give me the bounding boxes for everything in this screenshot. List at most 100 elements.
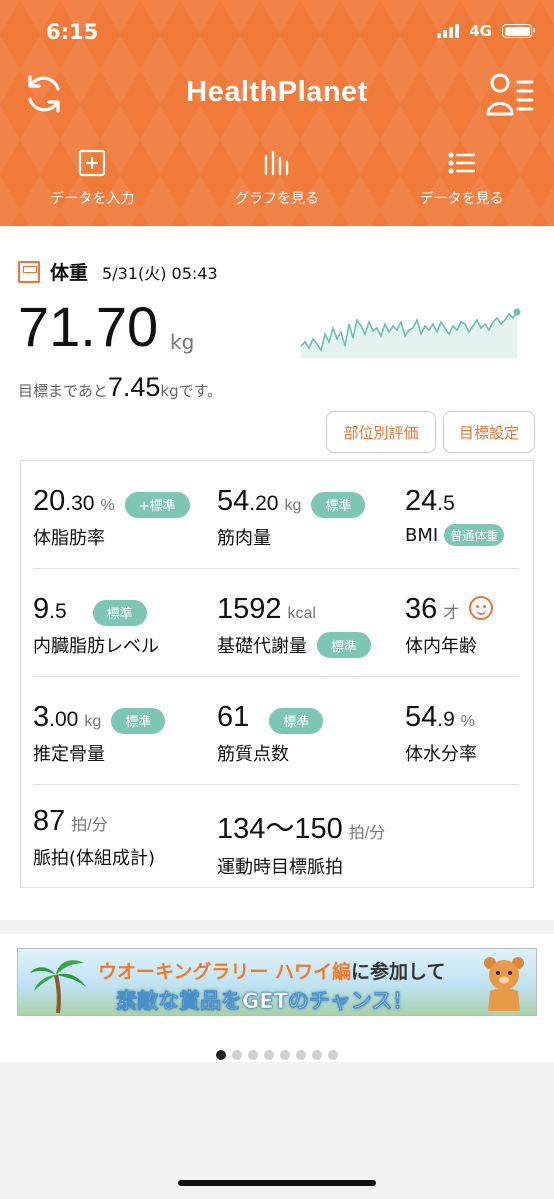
metric-muscle[interactable]: 54.20 kg 標準 筋肉量 xyxy=(217,485,366,550)
banner-join-text: に参加して xyxy=(351,961,446,983)
body-fat-int: 20 xyxy=(33,485,66,517)
status-time: 6:15 xyxy=(46,20,99,44)
page-dot[interactable] xyxy=(248,1050,258,1060)
profile-list-icon xyxy=(486,73,534,116)
metric-target-pulse[interactable]: 134〜150 拍/分 運動時目標脈拍 xyxy=(217,805,385,879)
weight-value: 71.70 xyxy=(18,295,159,358)
bmr-unit: kcal xyxy=(287,605,316,622)
smile-face-icon xyxy=(469,596,494,620)
banner-headline: ウオーキングラリー ハワイ編に参加して xyxy=(98,957,445,984)
body-age-int: 36 xyxy=(405,593,438,625)
bone-unit: kg xyxy=(84,713,102,730)
app-header: 6:15 4G HealthPlanet データを入力 グラフを見る データを見… xyxy=(0,0,554,226)
profile-menu-button[interactable] xyxy=(486,72,534,116)
page-dot[interactable] xyxy=(312,1050,322,1060)
page-dot[interactable] xyxy=(264,1050,274,1060)
banner-page-indicator[interactable] xyxy=(0,1050,554,1060)
metric-pulse[interactable]: 87 拍/分 脈拍(体組成計) xyxy=(33,805,155,870)
visceral-dec: .5 xyxy=(49,600,67,623)
weight-unit: kg xyxy=(170,330,195,354)
sparkline-latest-point xyxy=(513,308,521,316)
metric-visceral-fat[interactable]: 9.5 標準 内臓脂肪レベル xyxy=(33,593,159,658)
bone-badge: 標準 xyxy=(111,707,166,734)
body-fat-unit: % xyxy=(100,497,115,514)
main-toolbar: データを入力 グラフを見る データを見る xyxy=(0,148,554,208)
weight-trend-sparkline[interactable] xyxy=(298,284,526,358)
view-graph-label: グラフを見る xyxy=(235,191,319,207)
visceral-badge: 標準 xyxy=(92,599,147,626)
bmi-label: BMI xyxy=(405,524,439,546)
palm-tree-icon xyxy=(30,960,86,1014)
page-dot[interactable] xyxy=(232,1050,242,1060)
body-fat-badge: +標準 xyxy=(124,491,190,518)
body-fat-dec: .30 xyxy=(65,492,95,515)
input-data-label: データを入力 xyxy=(50,191,135,207)
metric-body-age[interactable]: 36 才 体内年齢 xyxy=(405,593,494,658)
metrics-grid: 20.30% +標準 体脂肪率 54.20 kg 標準 筋肉量 24.5 BMI 普通体… xyxy=(20,460,534,888)
view-graph-button[interactable]: グラフを見る xyxy=(185,148,370,208)
metrics-row: 87 拍/分 脈拍(体組成計) 134〜150 拍/分 運動時目標脈拍 xyxy=(33,805,519,879)
parts-evaluation-button[interactable]: 部位別評価 xyxy=(326,411,436,453)
metric-body-water[interactable]: 54.9% 体水分率 xyxy=(405,701,477,766)
bmr-int: 1592 xyxy=(217,593,282,625)
weight-header: 体重 5/31(火) 05:43 xyxy=(18,258,218,285)
body-age-label: 体内年齢 xyxy=(405,636,477,657)
target-pulse-unit: 拍/分 xyxy=(348,825,386,842)
water-int: 54 xyxy=(405,701,438,733)
network-type: 4G xyxy=(469,22,492,40)
page-dot[interactable] xyxy=(280,1050,290,1060)
list-icon xyxy=(448,152,475,174)
page-dot[interactable] xyxy=(328,1050,338,1060)
muscle-unit: kg xyxy=(284,497,302,514)
measurement-date: 5/31(火) 05:43 xyxy=(102,263,218,283)
bone-int: 3 xyxy=(33,701,50,733)
banner-event-name: ウオーキングラリー ハワイ編 xyxy=(98,961,352,983)
goal-remaining: 目標まであと 7.45 kgです。 xyxy=(18,372,222,403)
muscle-label: 筋肉量 xyxy=(217,528,271,549)
weight-title: 体重 xyxy=(50,262,89,284)
muscle-score-int: 61 xyxy=(217,701,250,733)
bar-chart-icon xyxy=(264,150,289,176)
bmi-int: 24 xyxy=(405,485,438,517)
scale-icon xyxy=(18,260,40,283)
input-data-button[interactable]: データを入力 xyxy=(0,148,185,208)
muscle-dec: .20 xyxy=(249,492,279,515)
pulse-unit: 拍/分 xyxy=(71,817,108,834)
muscle-score-badge: 標準 xyxy=(269,707,324,734)
bmi-dec: .5 xyxy=(437,492,455,515)
metric-body-fat[interactable]: 20.30% +標準 体脂肪率 xyxy=(33,485,190,550)
metrics-row: 9.5 標準 内臓脂肪レベル 1592 kcal 基礎代謝量 標準 36 才 体内年齢 xyxy=(33,593,519,677)
metric-bmr[interactable]: 1592 kcal 基礎代謝量 標準 xyxy=(217,593,372,658)
bone-label: 推定骨量 xyxy=(33,744,105,765)
visceral-label: 内臓脂肪レベル xyxy=(33,636,159,657)
bmi-badge: 普通体重 xyxy=(444,524,505,546)
metrics-row: 20.30% +標準 体脂肪率 54.20 kg 標準 筋肉量 24.5 BMI 普通体… xyxy=(33,485,519,569)
metric-bmi[interactable]: 24.5 BMI 普通体重 xyxy=(405,485,505,546)
goal-setting-button[interactable]: 目標設定 xyxy=(443,411,535,453)
bear-mascot-icon xyxy=(484,957,524,1011)
bmr-label: 基礎代謝量 xyxy=(217,636,307,657)
metrics-row: 3.00 kg 標準 推定骨量 61 標準 筋質点数 54.9% 体水分率 xyxy=(33,701,519,785)
water-label: 体水分率 xyxy=(405,744,477,765)
sparkline-area xyxy=(301,312,517,358)
bmr-badge: 標準 xyxy=(317,632,372,658)
muscle-badge: 標準 xyxy=(311,491,366,518)
body-composition-card: 体重 5/31(火) 05:43 71.70 kg 目標まであと 7.45 kg… xyxy=(0,226,554,920)
pulse-label: 脈拍(体組成計) xyxy=(33,848,156,869)
goal-remaining-value: 7.45 xyxy=(107,372,161,402)
visceral-int: 9 xyxy=(33,593,50,625)
page-dot[interactable] xyxy=(296,1050,306,1060)
banner-subline: 素敵な賞品をGETのチャンス！ xyxy=(116,989,414,1014)
target-pulse-label: 運動時目標脈拍 xyxy=(217,857,343,878)
metric-bone-mass[interactable]: 3.00 kg 標準 推定骨量 xyxy=(33,701,166,766)
battery-icon xyxy=(502,24,535,38)
pulse-int: 87 xyxy=(33,805,66,837)
water-dec: .9 xyxy=(437,708,455,731)
muscle-int: 54 xyxy=(217,485,250,517)
signal-icon xyxy=(437,24,460,38)
walking-rally-banner[interactable]: ウオーキングラリー ハワイ編に参加して 素敵な賞品をGETのチャンス！ xyxy=(17,948,537,1016)
metric-muscle-score[interactable]: 61 標準 筋質点数 xyxy=(217,701,324,766)
bone-dec: .00 xyxy=(49,708,79,731)
view-data-button[interactable]: データを見る xyxy=(369,148,554,208)
page-dot[interactable] xyxy=(216,1050,226,1060)
